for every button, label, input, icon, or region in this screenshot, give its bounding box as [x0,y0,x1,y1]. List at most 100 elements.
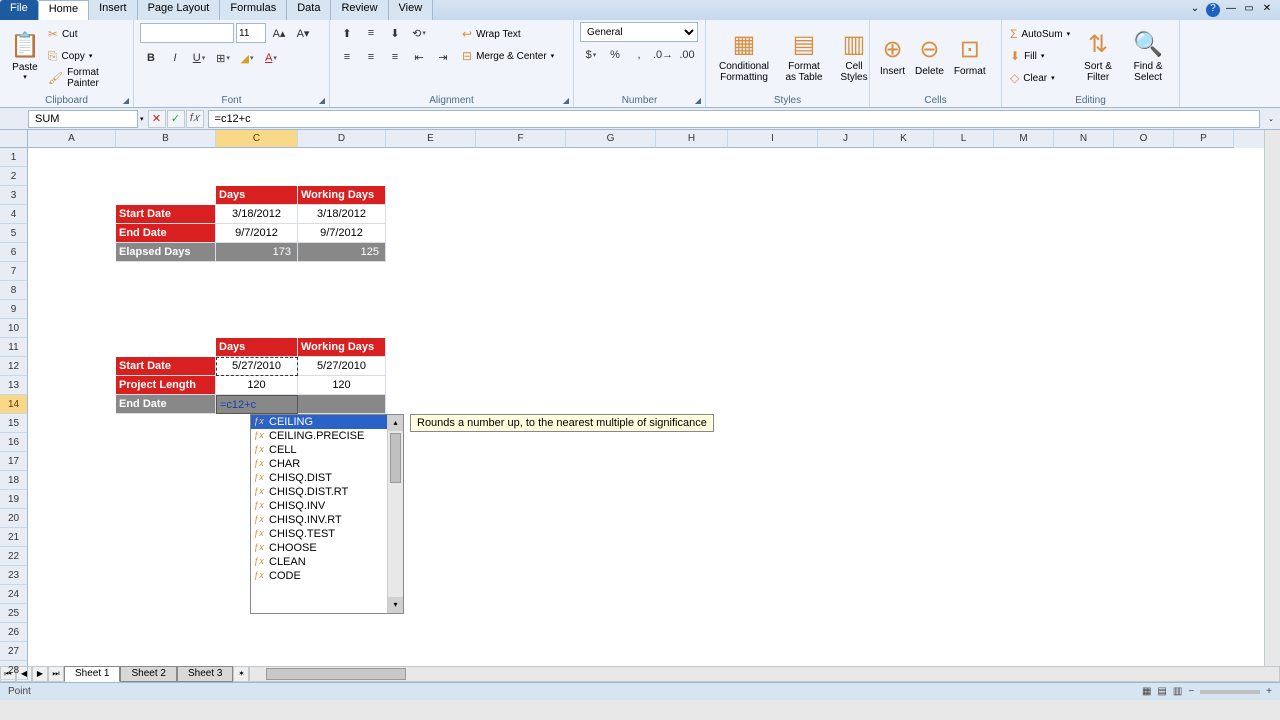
name-box[interactable]: SUM [28,110,138,128]
column-header-D[interactable]: D [298,130,386,148]
row-header-17[interactable]: 17 [0,452,28,471]
row-header-5[interactable]: 5 [0,224,28,243]
cell-d12[interactable]: 5/27/2010 [298,357,386,376]
clipboard-dialog-launcher[interactable]: ◢ [123,96,129,105]
align-bottom-icon[interactable]: ⬇ [384,22,406,44]
row-header-21[interactable]: 21 [0,528,28,547]
horizontal-scrollbar[interactable] [249,666,1280,682]
cell-b13[interactable]: Project Length [116,376,216,395]
row-header-24[interactable]: 24 [0,585,28,604]
cell-d13[interactable]: 120 [298,376,386,395]
expand-formula-bar[interactable]: ⌄ [1268,115,1274,123]
cell-c4[interactable]: 3/18/2012 [216,205,298,224]
scroll-up-icon[interactable]: ▴ [388,415,403,431]
sheet-tab-3[interactable]: Sheet 3 [177,666,233,682]
scroll-down-icon[interactable]: ▾ [388,597,403,613]
increase-decimal-icon[interactable]: .0→ [652,44,674,66]
cancel-formula-button[interactable]: ✕ [148,110,166,128]
zoom-slider[interactable] [1200,690,1260,694]
cell-c12[interactable]: 5/27/2010 [216,357,298,376]
copy-button[interactable]: ⎘Copy▾ [46,46,127,66]
currency-icon[interactable]: $ [580,44,602,66]
align-left-icon[interactable]: ≡ [336,46,358,68]
wrap-text-button[interactable]: ↩Wrap Text [460,24,556,44]
find-select-button[interactable]: 🔍Find & Select [1124,22,1172,90]
column-header-L[interactable]: L [934,130,994,148]
cell-d5[interactable]: 9/7/2012 [298,224,386,243]
row-header-14[interactable]: 14 [0,395,28,414]
select-all-corner[interactable] [0,130,28,148]
bold-button[interactable]: B [140,47,162,69]
italic-button[interactable]: I [164,47,186,69]
clear-button[interactable]: ◇Clear▾ [1008,68,1072,88]
cell-b5[interactable]: End Date [116,224,216,243]
row-header-25[interactable]: 25 [0,604,28,623]
row-header-2[interactable]: 2 [0,167,28,186]
name-box-dropdown[interactable]: ▾ [140,115,144,123]
paste-button[interactable]: 📋 Paste ▾ [6,22,44,90]
row-header-3[interactable]: 3 [0,186,28,205]
autocomplete-item[interactable]: CHISQ.TEST [251,527,387,541]
border-button[interactable]: ⊞ [212,47,234,69]
autocomplete-item[interactable]: CHISQ.INV.RT [251,513,387,527]
decrease-indent-icon[interactable]: ⇤ [408,46,430,68]
conditional-formatting-button[interactable]: ▦Conditional Formatting [712,22,776,90]
autosum-button[interactable]: ΣAutoSum▾ [1008,24,1072,44]
autocomplete-item[interactable]: CHISQ.DIST [251,471,387,485]
font-size-select[interactable] [236,23,266,43]
cell-d11[interactable]: Working Days [298,338,386,357]
row-header-26[interactable]: 26 [0,623,28,642]
cell-b4[interactable]: Start Date [116,205,216,224]
column-header-H[interactable]: H [656,130,728,148]
autocomplete-item[interactable]: CODE [251,569,387,583]
cell-c3[interactable]: Days [216,186,298,205]
sort-filter-button[interactable]: ⇅Sort & Filter [1074,22,1122,90]
autocomplete-scrollbar[interactable]: ▴ ▾ [387,415,403,613]
insert-function-button[interactable]: f𝑥 [186,110,204,128]
tab-review[interactable]: Review [331,0,388,20]
cell-d3[interactable]: Working Days [298,186,386,205]
tab-insert[interactable]: Insert [89,0,138,20]
tab-page-layout[interactable]: Page Layout [138,0,221,20]
sheet-tab-1[interactable]: Sheet 1 [64,666,120,682]
column-header-P[interactable]: P [1174,130,1234,148]
formula-input[interactable]: =c12+c [208,110,1261,128]
orientation-icon[interactable]: ⟲ [408,22,430,44]
column-header-B[interactable]: B [116,130,216,148]
row-header-22[interactable]: 22 [0,547,28,566]
column-header-E[interactable]: E [386,130,476,148]
next-sheet-button[interactable]: ▶ [32,666,48,682]
autocomplete-item[interactable]: CELL [251,443,387,457]
vertical-scrollbar[interactable] [1264,130,1280,666]
autocomplete-item[interactable]: CEILING.PRECISE [251,429,387,443]
tab-view[interactable]: View [389,0,434,20]
tab-home[interactable]: Home [39,0,89,20]
cell-d14[interactable] [298,395,386,414]
cell-b6[interactable]: Elapsed Days [116,243,216,262]
view-break-icon[interactable]: ▥ [1173,686,1182,697]
autocomplete-item[interactable]: CHISQ.INV [251,499,387,513]
autocomplete-item[interactable]: CEILING [251,415,387,429]
cell-d6[interactable]: 125 [298,243,386,262]
autocomplete-item[interactable]: CHOOSE [251,541,387,555]
cell-b14[interactable]: End Date [116,395,216,414]
font-dialog-launcher[interactable]: ◢ [319,96,325,105]
fill-button[interactable]: ⬇Fill▾ [1008,46,1072,66]
minimize-ribbon-icon[interactable]: ⌄ [1188,3,1202,17]
align-top-icon[interactable]: ⬆ [336,22,358,44]
row-header-7[interactable]: 7 [0,262,28,281]
increase-indent-icon[interactable]: ⇥ [432,46,454,68]
row-header-27[interactable]: 27 [0,642,28,661]
alignment-dialog-launcher[interactable]: ◢ [563,96,569,105]
column-header-J[interactable]: J [818,130,874,148]
row-header-16[interactable]: 16 [0,433,28,452]
increase-font-icon[interactable]: A▴ [268,22,290,44]
zoom-out-icon[interactable]: − [1188,686,1194,697]
column-header-A[interactable]: A [28,130,116,148]
align-center-icon[interactable]: ≡ [360,46,382,68]
scroll-thumb[interactable] [390,433,401,483]
autocomplete-item[interactable]: CLEAN [251,555,387,569]
cell-d4[interactable]: 3/18/2012 [298,205,386,224]
cells-area[interactable]: Days Working Days Start Date 3/18/2012 3… [28,148,1264,666]
column-header-C[interactable]: C [216,130,298,148]
